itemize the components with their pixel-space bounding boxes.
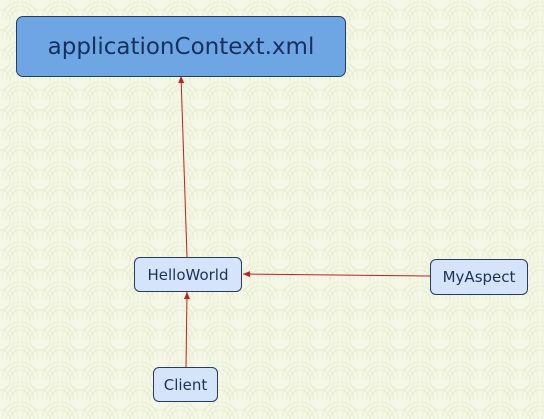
- edge-helloworld-to-applicationcontext: [178, 75, 188, 258]
- node-application-context-label: applicationContext.xml: [47, 33, 315, 60]
- edge-client-to-helloworld: [183, 291, 190, 368]
- edge-myaspect-to-helloworld: [242, 271, 431, 278]
- node-client[interactable]: Client: [153, 367, 218, 402]
- node-application-context[interactable]: applicationContext.xml: [16, 16, 346, 77]
- node-hello-world[interactable]: HelloWorld: [134, 257, 242, 292]
- node-client-label: Client: [163, 375, 208, 394]
- node-hello-world-label: HelloWorld: [147, 265, 229, 284]
- node-my-aspect[interactable]: MyAspect: [430, 259, 528, 295]
- node-my-aspect-label: MyAspect: [442, 268, 516, 286]
